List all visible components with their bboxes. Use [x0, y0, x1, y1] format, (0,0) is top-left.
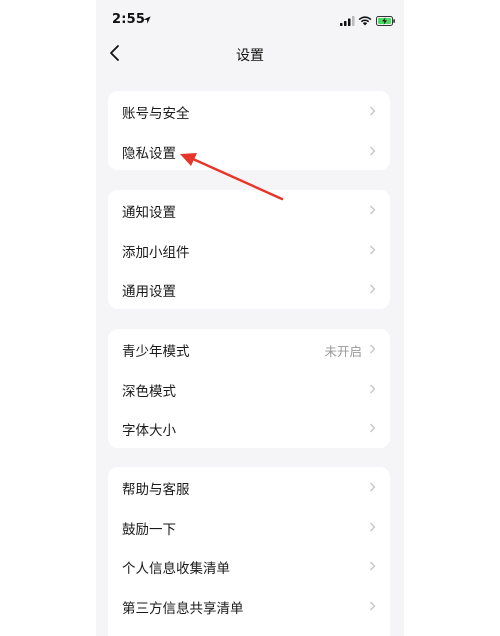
settings-group-general: 通知设置 添加小组件 通用设置 [108, 190, 390, 309]
battery-charging-icon [376, 16, 395, 26]
location-arrow-icon [143, 16, 151, 24]
row-label: 通知设置 [122, 205, 176, 221]
row-label: 通用设置 [122, 284, 176, 300]
row-help-support[interactable]: 帮助与客服 [108, 467, 390, 507]
row-font-size[interactable]: 字体大小 [108, 408, 390, 448]
row-label: 个人信息收集清单 [122, 561, 230, 577]
row-label: 第三方信息共享清单 [122, 600, 244, 617]
chevron-right-icon [370, 205, 376, 215]
status-time: 2:55 [112, 12, 146, 27]
chevron-right-icon [370, 344, 376, 354]
chevron-right-icon [370, 245, 376, 254]
settings-group-account: 账号与安全 隐私设置 [108, 91, 390, 170]
row-label: 账号与安全 [122, 106, 190, 122]
settings-group-help: 帮助与客服 鼓励一下 个人信息收集清单 第三方信息共享清单 [108, 467, 390, 636]
wifi-icon [358, 16, 372, 26]
chevron-right-icon [370, 146, 376, 155]
nav-bar: 设置 [96, 36, 404, 72]
chevron-right-icon [370, 384, 376, 393]
chevron-right-icon [370, 106, 376, 116]
row-dark-mode[interactable]: 深色模式 [108, 369, 390, 409]
row-label: 深色模式 [122, 383, 176, 400]
teen-mode-status: 未开启 [324, 344, 362, 359]
row-encourage[interactable]: 鼓励一下 [108, 507, 390, 547]
row-notification-settings[interactable]: 通知设置 [108, 190, 390, 230]
chevron-right-icon [370, 522, 376, 531]
row-label: 添加小组件 [122, 244, 190, 261]
row-general-settings[interactable]: 通用设置 [108, 269, 390, 309]
settings-group-display: 青少年模式 未开启 深色模式 字体大小 [108, 329, 390, 448]
row-label: 帮助与客服 [122, 482, 190, 498]
row-label: 鼓励一下 [122, 521, 176, 538]
row-label: 隐私设置 [122, 145, 176, 162]
row-account-security[interactable]: 账号与安全 [108, 91, 390, 131]
chevron-right-icon [370, 561, 376, 571]
chevron-right-icon [370, 423, 376, 433]
page-title: 设置 [236, 48, 264, 64]
row-privacy-settings[interactable]: 隐私设置 [108, 131, 390, 171]
row-label: 字体大小 [122, 423, 176, 439]
row-label: 青少年模式 [122, 344, 190, 360]
row-personal-info-list[interactable]: 个人信息收集清单 [108, 546, 390, 586]
signal-icon [340, 16, 355, 26]
chevron-right-icon [370, 284, 376, 294]
row-third-party-sharing-list[interactable]: 第三方信息共享清单 [108, 586, 390, 626]
chevron-right-icon [370, 482, 376, 492]
row-add-widget[interactable]: 添加小组件 [108, 230, 390, 270]
chevron-right-icon [370, 601, 376, 610]
phone-screen: 2:55 设置 账号与安全 隐私设置 通知设置 添加小组件 通用设置 青少年模式… [96, 0, 404, 636]
row-teen-mode[interactable]: 青少年模式 未开启 [108, 329, 390, 369]
